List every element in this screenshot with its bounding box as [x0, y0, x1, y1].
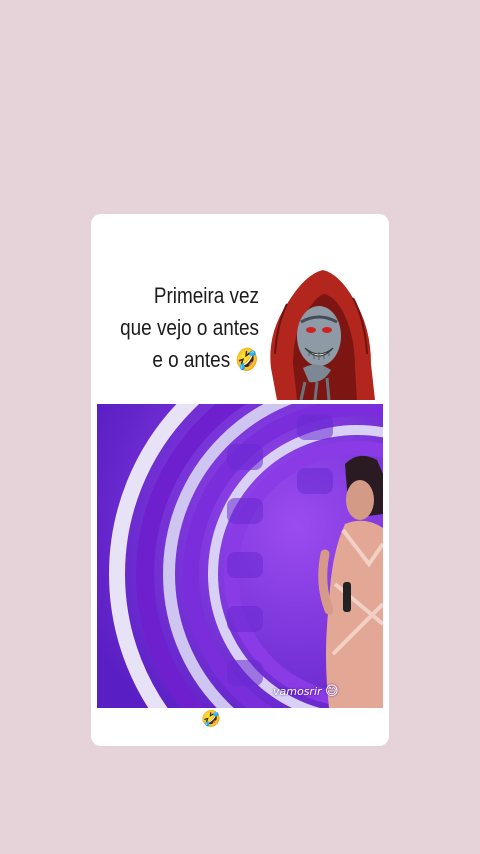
caption-line-3-text: e o antes: [152, 347, 231, 372]
caption-line-2: que vejo o antes: [120, 315, 260, 340]
caption-line-3: e o antes 🤣: [115, 344, 259, 376]
watermark-text: vamosrir: [273, 685, 322, 698]
laughing-reaction-icon[interactable]: 🤣: [200, 709, 222, 731]
meme-card[interactable]: Primeira vez que vejo o antes e o antes …: [91, 214, 389, 746]
video-watermark: vamosrir 😅: [273, 684, 339, 699]
story-page: Primeira vez que vejo o antes e o antes …: [0, 0, 480, 854]
hooded-villain-image: [270, 270, 375, 400]
video-clip[interactable]: vamosrir 😅: [97, 404, 383, 708]
video-frame-graphic: [97, 404, 383, 708]
laughing-emoji-icon: 🤣: [235, 347, 259, 372]
meme-caption: Primeira vez que vejo o antes e o antes …: [115, 280, 259, 376]
sweat-smile-emoji-icon: 😅: [325, 684, 339, 699]
caption-line-1: Primeira vez: [153, 283, 259, 308]
